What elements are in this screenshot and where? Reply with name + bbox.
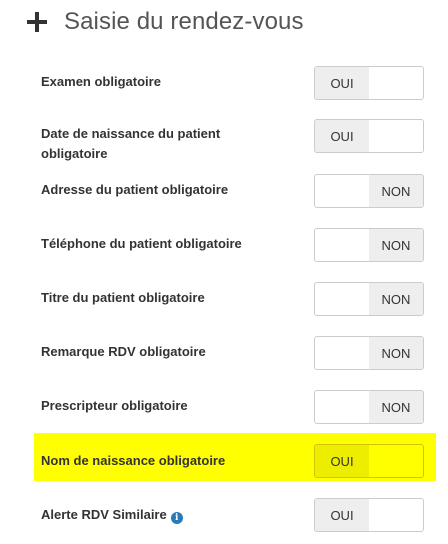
toggle-telephone[interactable]: NON xyxy=(314,228,424,262)
toggle-off-half xyxy=(315,229,369,261)
toggle-nom-naissance[interactable]: OUI xyxy=(314,444,424,478)
toggle-selected-value: OUI xyxy=(315,445,369,477)
section-header: Saisie du rendez-vous xyxy=(27,4,304,40)
toggle-off-half xyxy=(315,283,369,315)
setting-label: Date de naissance du patient obligatoire xyxy=(41,126,221,161)
setting-label: Remarque RDV obligatoire xyxy=(41,344,206,359)
toggle-selected-value: OUI xyxy=(315,67,369,99)
toggle-adresse[interactable]: NON xyxy=(314,174,424,208)
setting-label: Examen obligatoire xyxy=(41,74,161,89)
toggle-selected-value: NON xyxy=(369,283,423,315)
setting-label: Prescripteur obligatoire xyxy=(41,398,188,413)
setting-label-wrapper: Alerte RDV Similaire i xyxy=(41,505,281,525)
toggle-off-half xyxy=(315,391,369,423)
toggle-remarque[interactable]: NON xyxy=(314,336,424,370)
toggle-selected-value: OUI xyxy=(315,120,369,152)
toggle-selected-value: OUI xyxy=(315,499,369,531)
setting-label: Alerte RDV Similaire xyxy=(41,507,167,522)
toggle-selected-value: NON xyxy=(369,229,423,261)
toggle-off-half xyxy=(315,337,369,369)
setting-label: Téléphone du patient obligatoire xyxy=(41,236,242,251)
setting-row-date-naissance: Date de naissance du patient obligatoire… xyxy=(34,118,436,168)
toggle-examen[interactable]: OUI xyxy=(314,66,424,100)
setting-row-telephone: Téléphone du patient obligatoire NON xyxy=(34,226,436,264)
toggle-off-half xyxy=(369,67,423,99)
setting-label: Adresse du patient obligatoire xyxy=(41,182,229,197)
info-icon[interactable]: i xyxy=(170,512,183,524)
toggle-selected-value: NON xyxy=(369,391,423,423)
setting-label: Titre du patient obligatoire xyxy=(41,290,205,305)
setting-row-remarque: Remarque RDV obligatoire NON xyxy=(34,334,436,372)
toggle-date-naissance[interactable]: OUI xyxy=(314,119,424,153)
toggle-off-half xyxy=(369,120,423,152)
setting-row-adresse: Adresse du patient obligatoire NON xyxy=(34,172,436,210)
section-title: Saisie du rendez-vous xyxy=(64,8,304,35)
setting-row-nom-naissance: Nom de naissance obligatoire OUI xyxy=(34,433,436,481)
toggle-selected-value: NON xyxy=(369,175,423,207)
setting-row-prescripteur: Prescripteur obligatoire NON xyxy=(34,388,436,426)
setting-row-titre: Titre du patient obligatoire NON xyxy=(34,280,436,318)
toggle-prescripteur[interactable]: NON xyxy=(314,390,424,424)
toggle-selected-value: NON xyxy=(369,337,423,369)
toggle-off-half xyxy=(315,175,369,207)
setting-row-examen: Examen obligatoire OUI xyxy=(34,64,436,102)
plus-icon[interactable] xyxy=(27,12,47,32)
toggle-off-half xyxy=(369,445,423,477)
toggle-titre[interactable]: NON xyxy=(314,282,424,316)
toggle-off-half xyxy=(369,499,423,531)
toggle-alerte-rdv[interactable]: OUI xyxy=(314,498,424,532)
setting-label: Nom de naissance obligatoire xyxy=(41,453,226,468)
setting-row-alerte-rdv: Alerte RDV Similaire i OUI xyxy=(34,496,436,534)
